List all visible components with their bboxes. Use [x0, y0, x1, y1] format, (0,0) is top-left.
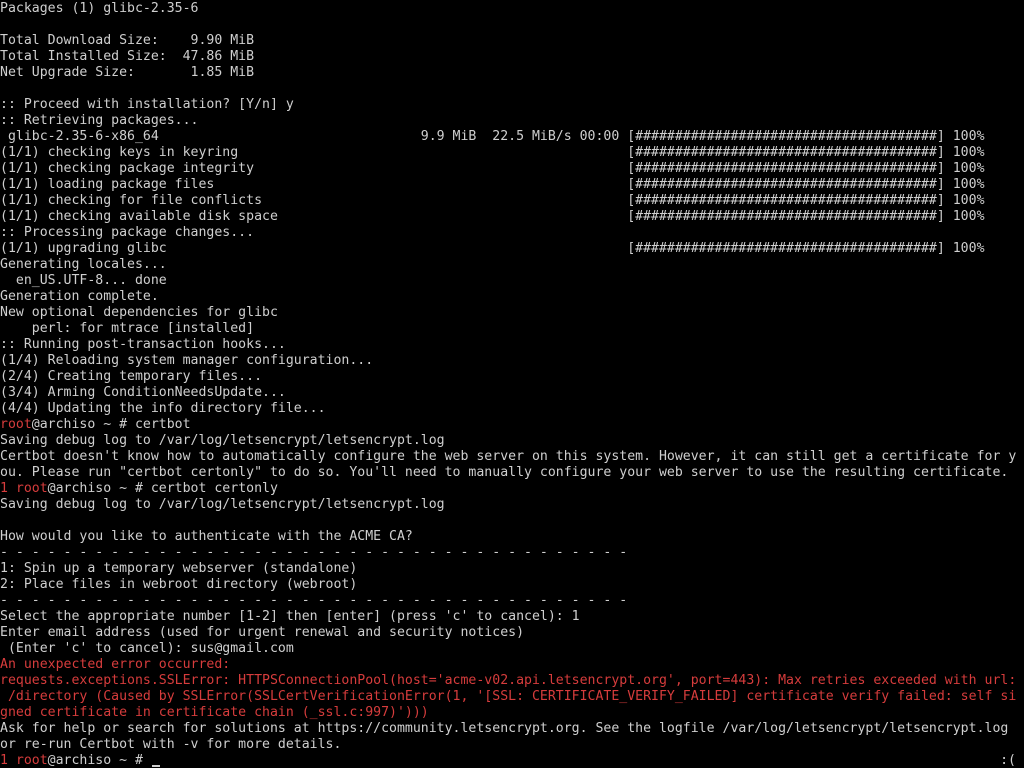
output-line: perl: for mtrace [installed]: [0, 321, 255, 336]
output-line: Total Installed Size: 47.86 MiB: [0, 49, 255, 64]
output-line: ou. Please run "certbot certonly" to do …: [0, 465, 1009, 480]
output-line: Saving debug log to /var/log/letsencrypt…: [0, 497, 445, 512]
output-line: (Enter 'c' to cancel): sus@gmail.com: [0, 641, 294, 656]
output-line: Packages (1) glibc-2.35-6: [0, 1, 199, 16]
output-line: Select the appropriate number [1-2] then…: [0, 609, 580, 624]
output-line: Generating locales...: [0, 257, 167, 272]
output-line: - - - - - - - - - - - - - - - - - - - - …: [0, 545, 628, 560]
output-line: glibc-2.35-6-x86_64 9.9 MiB 22.5 MiB/s 0…: [0, 129, 985, 144]
output-line: (1/4) Reloading system manager configura…: [0, 353, 374, 368]
output-line: (1/1) checking for file conflicts [#####…: [0, 193, 985, 208]
text-cursor: [152, 753, 160, 768]
terminal-screen[interactable]: Packages (1) glibc-2.35-6 Total Download …: [0, 0, 1024, 768]
output-line: :: Retrieving packages...: [0, 113, 199, 128]
prompt-command: @archiso ~ #: [47, 753, 151, 768]
output-line: 2: Place files in webroot directory (web…: [0, 577, 358, 592]
status-indicator: :(: [1000, 753, 1016, 768]
output-line: Total Download Size: 9.90 MiB: [0, 33, 255, 48]
prompt-command: @archiso ~ # certbot: [31, 417, 191, 432]
output-line: (3/4) Arming ConditionNeedsUpdate...: [0, 385, 286, 400]
output-line: Generation complete.: [0, 289, 159, 304]
output-line: en_US.UTF-8... done: [0, 273, 167, 288]
error-line: An unexpected error occurred:: [0, 657, 231, 672]
output-line: - - - - - - - - - - - - - - - - - - - - …: [0, 593, 628, 608]
output-line: :: Running post-transaction hooks...: [0, 337, 286, 352]
output-line: New optional dependencies for glibc: [0, 305, 278, 320]
output-line: Certbot doesn't know how to automaticall…: [0, 449, 1017, 464]
output-line: How would you like to authenticate with …: [0, 529, 413, 544]
command-prompt-line: 1 root@archiso ~ #: [0, 753, 151, 768]
error-line: requests.exceptions.SSLError: HTTPSConne…: [0, 673, 1017, 688]
prompt-command: @archiso ~ # certbot certonly: [47, 481, 278, 496]
output-line: Enter email address (used for urgent ren…: [0, 625, 525, 640]
output-line: Saving debug log to /var/log/letsencrypt…: [0, 433, 445, 448]
output-line: Ask for help or search for solutions at …: [0, 721, 1009, 736]
error-line: /directory (Caused by SSLError(SSLCertVe…: [0, 689, 1017, 704]
output-line: (1/1) loading package files [###########…: [0, 177, 985, 192]
output-line: (2/4) Creating temporary files...: [0, 369, 263, 384]
output-line: 1: Spin up a temporary webserver (standa…: [0, 561, 358, 576]
output-line: (1/1) upgrading glibc [#################…: [0, 241, 985, 256]
command-line: root@archiso ~ # certbot: [0, 417, 191, 433]
output-line: (1/1) checking available disk space [###…: [0, 209, 985, 224]
error-line: gned certificate in certificate chain (_…: [0, 705, 429, 720]
output-line: (1/1) checking keys in keyring [########…: [0, 145, 985, 160]
prompt-user: root: [0, 417, 32, 432]
prompt-user: 1 root: [0, 753, 48, 768]
output-line: :: Processing package changes...: [0, 225, 255, 240]
output-line: Net Upgrade Size: 1.85 MiB: [0, 65, 255, 80]
command-line: 1 root@archiso ~ # certbot certonly: [0, 481, 278, 497]
output-line: or re-run Certbot with -v for more detai…: [0, 737, 342, 752]
output-line: :: Proceed with installation? [Y/n] y: [0, 97, 294, 112]
output-line: (4/4) Updating the info directory file..…: [0, 401, 326, 416]
prompt-user: 1 root: [0, 481, 48, 496]
output-line: (1/1) checking package integrity [######…: [0, 161, 985, 176]
